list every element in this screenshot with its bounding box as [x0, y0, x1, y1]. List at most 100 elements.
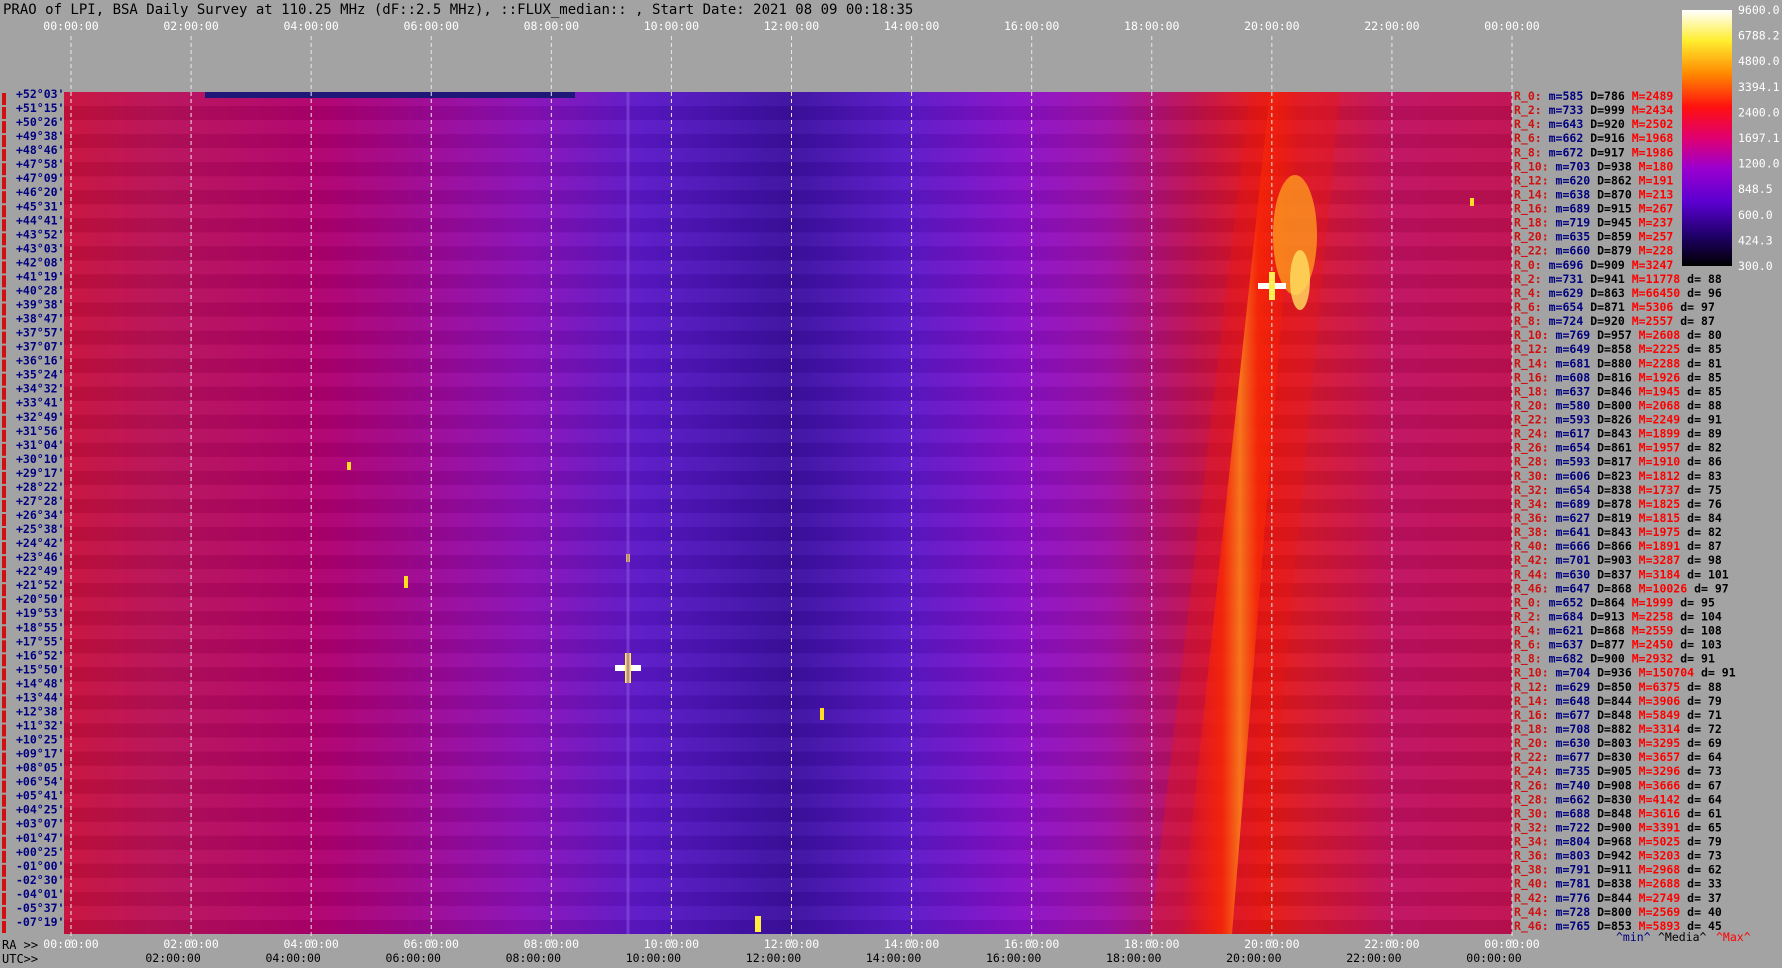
declination-label: +36°16' [16, 354, 64, 368]
stat-row: R_18: m=637 D=846 M=1945 d= 85 [1514, 384, 1722, 399]
stat-row: R_42: m=701 D=903 M=3287 d= 98 [1514, 553, 1722, 568]
row-marker [2, 921, 6, 933]
colorbar: 9600.0 6788.2 4800.0 3394.1 2400.0 1697.1 1200… [1682, 3, 1780, 273]
row-marker [2, 149, 6, 162]
row-marker [2, 808, 6, 821]
radio-source [404, 576, 408, 588]
heatmap-row [64, 723, 1512, 738]
row-marker [2, 710, 6, 723]
utc-tick-label: 10:00:00 [626, 951, 681, 965]
row-marker [2, 443, 6, 456]
utc-axis-label: UTC>> [2, 952, 39, 966]
declination-label: -02°30' [16, 873, 64, 887]
declination-label: +18°55' [16, 620, 64, 634]
legend-max: ^Max^ [1716, 930, 1751, 944]
ra-tick-label: 04:00:00 [283, 937, 338, 951]
utc-tick-label: 22:00:00 [1346, 951, 1401, 965]
bottom-axis-labels: RA >> UTC>> [2, 938, 38, 966]
declination-label: +37°07' [16, 340, 64, 354]
row-marker [2, 233, 6, 246]
stat-row: R_40: m=666 D=866 M=1891 d= 87 [1514, 539, 1722, 554]
declination-label: +28°22' [16, 480, 64, 494]
heatmap-row [64, 639, 1512, 654]
declination-label: +20°50' [16, 592, 64, 606]
declination-label: +22°49' [16, 564, 64, 578]
declination-label: +34°32' [16, 382, 64, 396]
declination-label: +13°44' [16, 690, 64, 704]
ridge-blob-core [1290, 250, 1310, 310]
row-marker [2, 822, 6, 835]
ra-tick-label: 00:00:00 [1484, 937, 1539, 951]
declination-label: +03°07' [16, 817, 64, 831]
row-marker [2, 485, 6, 498]
heatmap-row [64, 667, 1512, 682]
utc-tick-label: 18:00:00 [1106, 951, 1161, 965]
declination-label: +32°49' [16, 410, 64, 424]
heatmap-row [64, 863, 1512, 878]
radio-source [755, 916, 761, 932]
stat-row: R_4: m=621 D=868 M=2559 d= 108 [1514, 624, 1722, 639]
stat-row: R_4: m=643 D=920 M=2502 [1514, 117, 1673, 132]
row-marker [2, 471, 6, 484]
colorbar-tick-label: 424.3 [1738, 233, 1773, 247]
stat-row: R_38: m=791 D=911 M=2968 d= 62 [1514, 863, 1722, 878]
declination-label: +47°09' [16, 171, 64, 185]
top-tick-label: 12:00:00 [764, 19, 819, 33]
top-tick-label: 10:00:00 [644, 19, 699, 33]
colorbar-tick-label: 3394.1 [1738, 80, 1780, 94]
top-tick-label: 22:00:00 [1364, 19, 1419, 33]
heatmap-row [64, 569, 1512, 583]
utc-tick-label: 04:00:00 [265, 951, 320, 965]
utc-tick-label: 08:00:00 [506, 951, 561, 965]
colorbar-tick-label: 600.0 [1738, 208, 1773, 222]
stat-row: R_12: m=649 D=858 M=2225 d= 85 [1514, 342, 1722, 357]
declination-label: +46°20' [16, 185, 64, 199]
stat-row: R_8: m=682 D=900 M=2932 d= 91 [1514, 652, 1715, 667]
utc-tick-label: 20:00:00 [1226, 951, 1281, 965]
colorbar-ticks: 9600.0 6788.2 4800.0 3394.1 2400.0 1697.1 1200… [1738, 3, 1780, 273]
row-marker [2, 724, 6, 737]
ra-tick-label: 16:00:00 [1004, 937, 1059, 951]
declination-label: +10°25' [16, 733, 64, 747]
row-marker [2, 289, 6, 302]
declination-label: +31°56' [16, 424, 64, 438]
declination-label: +37°57' [16, 326, 64, 340]
declination-label: +04°25' [16, 803, 64, 817]
row-marker [2, 682, 6, 695]
row-marker [2, 696, 6, 709]
stat-row: R_38: m=641 D=843 M=1975 d= 82 [1514, 525, 1722, 540]
stat-row: R_16: m=689 D=915 M=267 [1514, 202, 1673, 217]
heatmap-row [64, 906, 1512, 920]
row-marker [2, 906, 6, 919]
declination-label: +00°25' [16, 845, 64, 859]
row-marker [2, 612, 6, 625]
row-marker [2, 892, 6, 905]
row-marker [2, 247, 6, 260]
top-tick-label: 00:00:00 [1484, 19, 1539, 33]
row-marker [2, 542, 6, 555]
top-tick-label: 00:00:00 [43, 19, 98, 33]
declination-label: +26°34' [16, 508, 64, 522]
declination-label: +42°08' [16, 255, 64, 269]
stat-row: R_18: m=719 D=945 M=237 [1514, 216, 1673, 231]
ra-tick-label: 18:00:00 [1124, 937, 1179, 951]
stat-row: R_20: m=580 D=800 M=2068 d= 88 [1514, 399, 1722, 414]
stat-row: R_8: m=724 D=920 M=2557 d= 87 [1514, 314, 1715, 329]
row-marker [2, 373, 6, 386]
stat-row: R_22: m=660 D=879 M=228 [1514, 244, 1673, 259]
row-marker [2, 457, 6, 470]
ra-axis-ticks: 00:00:00 02:00:00 04:00:00 06:00:00 08:00:00… [43, 937, 1539, 951]
ra-tick-label: 02:00:00 [163, 937, 218, 951]
row-marker [2, 738, 6, 751]
colorbar-tick-label: 2400.0 [1738, 105, 1780, 119]
ra-tick-label: 10:00:00 [644, 937, 699, 951]
top-tick-label: 08:00:00 [524, 19, 579, 33]
stat-row: R_2: m=733 D=999 M=2434 [1514, 103, 1673, 118]
declination-label: +08°05' [16, 761, 64, 775]
ra-tick-label: 08:00:00 [524, 937, 579, 951]
stat-row: R_18: m=708 D=882 M=3314 d= 72 [1514, 722, 1722, 737]
row-marker [2, 191, 6, 204]
stat-row: R_10: m=769 D=957 M=2608 d= 80 [1514, 328, 1722, 343]
stat-row: R_28: m=593 D=817 M=1910 d= 86 [1514, 455, 1722, 470]
heatmap-row [64, 850, 1512, 864]
